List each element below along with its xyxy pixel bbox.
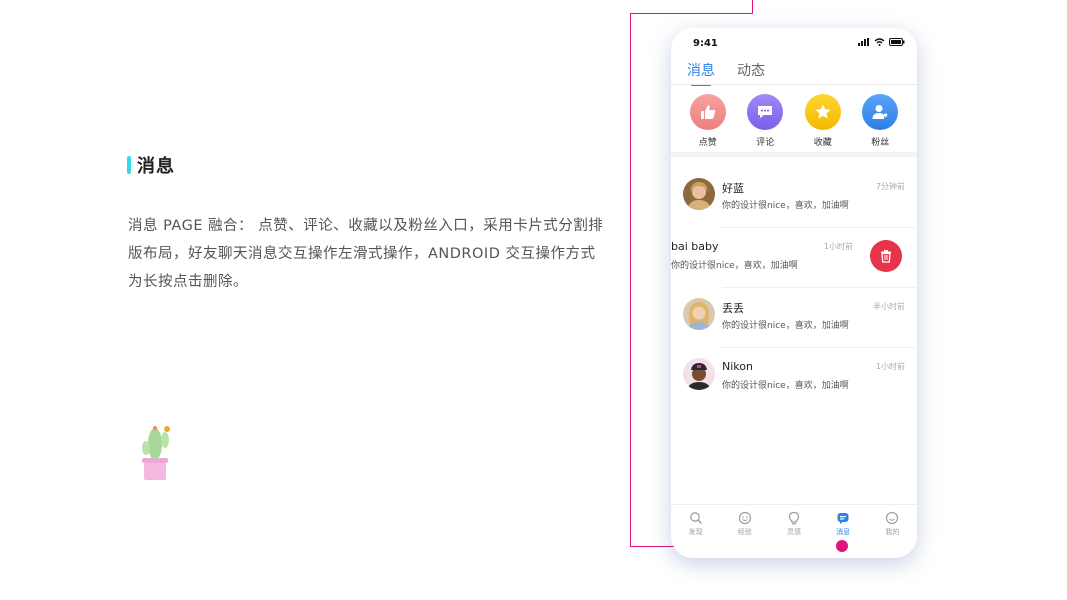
message-time: 7分钟前 <box>875 182 905 191</box>
quick-item-fans[interactable]: 粉丝 <box>852 94 908 148</box>
connector-line-vertical <box>630 13 631 547</box>
tab-bar: 消息 动态 <box>687 60 765 86</box>
star-icon <box>804 94 841 130</box>
avatar <box>683 298 715 330</box>
bottom-navigation: 发现 经验 灵感 消息 我的 <box>671 504 917 558</box>
quick-label: 粉丝 <box>871 138 890 148</box>
list-item[interactable]: Nikon 你的设计很nice，喜欢，加油啊 1小时前 <box>671 348 917 408</box>
search-icon <box>689 512 702 524</box>
section-separator <box>671 152 917 157</box>
message-preview: 你的设计很nice，喜欢，加油啊 <box>722 321 849 331</box>
nav-label: 灵感 <box>786 528 801 536</box>
status-time: 9:41 <box>693 38 718 49</box>
comment-icon <box>747 94 784 130</box>
contact-name: Nikon <box>722 360 753 373</box>
message-preview: 你的设计很nice，喜欢，加油啊 <box>722 381 849 391</box>
connector-line-horizontal-top <box>630 13 753 14</box>
quick-item-likes[interactable]: 点赞 <box>680 94 736 148</box>
quick-label: 收藏 <box>813 138 832 148</box>
message-preview: 你的设计很nice，喜欢，加油啊 <box>671 261 798 271</box>
wifi-icon <box>874 38 885 46</box>
title-accent-bar <box>127 156 131 174</box>
bulb-icon <box>788 511 800 525</box>
quick-label: 点赞 <box>698 138 717 148</box>
status-bar: 9:41 <box>671 28 917 56</box>
tab-messages[interactable]: 消息 <box>687 60 715 86</box>
cactus-illustration <box>142 426 170 480</box>
phone-mockup: 9:41 消息 动态 点赞 评论 收藏 粉丝 好蓝 你的设计很nice，喜欢，加… <box>671 28 917 558</box>
message-icon <box>837 513 849 524</box>
message-preview: 你的设计很nice，喜欢，加油啊 <box>722 201 849 211</box>
quick-item-favorites[interactable]: 收藏 <box>795 94 851 148</box>
tab-divider <box>671 84 917 85</box>
nav-inspiration[interactable]: 灵感 <box>774 511 814 558</box>
signal-icon <box>858 38 869 46</box>
section-title: 消息 <box>127 152 175 178</box>
nav-label: 消息 <box>836 528 851 536</box>
message-time: 半小时前 <box>873 302 905 311</box>
quick-actions: 点赞 评论 收藏 粉丝 <box>671 94 917 148</box>
avatar <box>683 178 715 210</box>
message-time: 1小时前 <box>823 242 853 251</box>
nav-discover[interactable]: 发现 <box>676 511 716 558</box>
nav-label: 我的 <box>885 528 900 536</box>
quick-item-comments[interactable]: 评论 <box>737 94 793 148</box>
contact-name: bai baby <box>671 240 719 253</box>
contact-name: 丢丢 <box>722 302 744 315</box>
message-list: 好蓝 你的设计很nice，喜欢，加油啊 7分钟前 bai baby 你的设计很n… <box>671 168 917 408</box>
connector-dot <box>836 540 848 552</box>
smile-icon <box>738 511 751 525</box>
thumbs-up-icon <box>689 94 726 130</box>
section-title-text: 消息 <box>137 156 175 177</box>
nav-profile[interactable]: 我的 <box>872 511 912 558</box>
trash-icon <box>881 250 891 263</box>
profile-icon <box>886 511 899 525</box>
section-description: 消息 PAGE 融合： 点赞、评论、收藏以及粉丝入口，采用卡片式分割排版布局，好… <box>128 218 604 290</box>
nav-label: 经验 <box>737 528 752 536</box>
user-heart-icon <box>862 94 899 130</box>
delete-button[interactable] <box>870 240 902 272</box>
list-item[interactable]: bai baby 你的设计很nice，喜欢，加油啊 1小时前 <box>671 228 917 288</box>
nav-experience[interactable]: 经验 <box>725 511 765 558</box>
tab-feed[interactable]: 动态 <box>737 60 765 86</box>
quick-label: 评论 <box>756 138 775 148</box>
connector-line-top <box>752 0 753 14</box>
battery-icon <box>889 38 905 46</box>
contact-name: 好蓝 <box>722 182 744 195</box>
nav-label: 发现 <box>688 528 703 536</box>
list-item[interactable]: 好蓝 你的设计很nice，喜欢，加油啊 7分钟前 <box>671 168 917 228</box>
avatar <box>683 358 715 390</box>
status-icons <box>858 38 905 46</box>
list-item[interactable]: 丢丢 你的设计很nice，喜欢，加油啊 半小时前 <box>671 288 917 348</box>
message-time: 1小时前 <box>875 362 905 371</box>
